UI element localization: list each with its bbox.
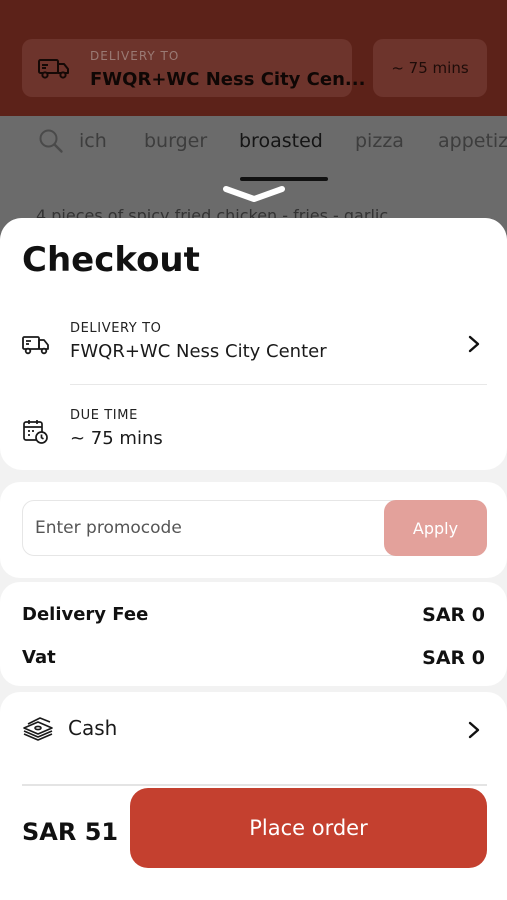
background-tab: pizza — [355, 130, 404, 152]
delivery-to-label: DELIVERY TO — [70, 321, 162, 336]
truck-icon — [38, 59, 69, 79]
calendar-clock-icon — [23, 420, 48, 444]
truck-icon — [22, 336, 49, 355]
background-tab: appetiz — [438, 130, 507, 152]
divider — [70, 384, 487, 385]
delivery-address: FWQR+WC Ness City Center — [70, 341, 327, 362]
order-total: SAR 51 — [22, 818, 119, 846]
promo-box: Apply — [22, 500, 487, 556]
due-time-value: ~ 75 mins — [70, 428, 163, 449]
divider — [22, 784, 487, 786]
chevron-right-icon — [468, 335, 480, 353]
payment-card: Cash SAR 51 Place order — [0, 692, 507, 900]
cash-icon — [23, 717, 53, 741]
vat-label: Vat — [22, 647, 56, 668]
page-title: Checkout — [22, 240, 200, 280]
background-time-selector: ~ 75 mins — [373, 39, 487, 97]
checkout-header-card: Checkout DELIVERY TO FWQR+WC Ness City C… — [0, 218, 507, 470]
fees-card: Delivery Fee SAR 0 Vat SAR 0 — [0, 582, 507, 686]
delivery-fee-label: Delivery Fee — [22, 604, 149, 625]
payment-method-label: Cash — [68, 716, 118, 740]
due-time-label: DUE TIME — [70, 408, 138, 423]
background-delivery-address: FWQR+WC Ness City Cen... — [90, 69, 366, 90]
background-header: DELIVERY TO FWQR+WC Ness City Cen... ~ 7… — [0, 0, 507, 116]
delivery-fee-value: SAR 0 — [422, 604, 485, 626]
background-tab: ich — [79, 130, 107, 152]
checkout-sheet: Checkout DELIVERY TO FWQR+WC Ness City C… — [0, 218, 507, 900]
chevron-right-icon — [468, 721, 480, 739]
apply-button[interactable]: Apply — [384, 500, 487, 556]
promo-card: Apply — [0, 482, 507, 578]
background-tab-active: broasted — [239, 130, 323, 152]
background-tab: burger — [144, 130, 208, 152]
promocode-input[interactable] — [35, 509, 375, 547]
background-delivery-selector: DELIVERY TO FWQR+WC Ness City Cen... — [22, 39, 365, 97]
background-category-tabs: ich burger broasted pizza appetiz — [0, 116, 507, 186]
vat-value: SAR 0 — [422, 647, 485, 669]
chevron-down-icon[interactable] — [222, 184, 286, 204]
place-order-button[interactable]: Place order — [130, 788, 487, 868]
search-icon — [39, 129, 63, 153]
background-tab-underline — [240, 177, 328, 181]
background-delivery-label: DELIVERY TO — [90, 49, 180, 63]
